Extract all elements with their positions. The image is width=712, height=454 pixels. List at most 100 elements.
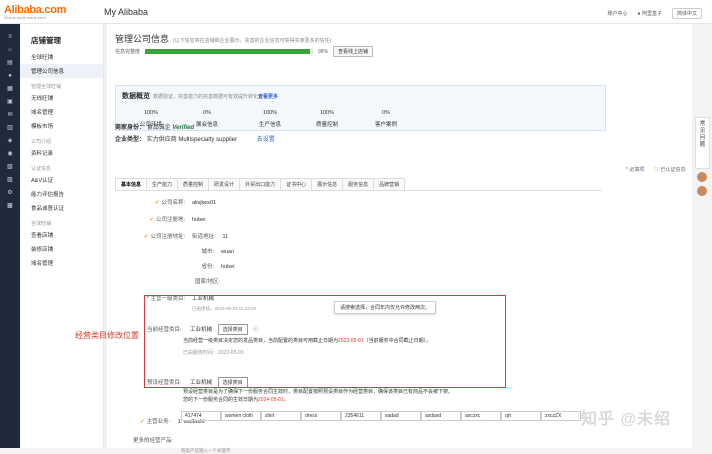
type-setting-link[interactable]: 去设置 (257, 137, 275, 143)
province-row: 省份: hubei (192, 262, 234, 270)
user-avatar-icon: ● (637, 11, 641, 17)
product-tag-input[interactable]: sadad (381, 411, 421, 421)
marketing-icon[interactable]: ◉ (0, 147, 20, 160)
verified-badge: Verified (172, 125, 195, 131)
sidebar-item[interactable]: 全球旺铺 (20, 50, 103, 64)
reg-place-label: 公司注册地: (155, 217, 185, 223)
logo-tagline: Global trade starts here (4, 15, 46, 20)
company-name-value: alisjkes01 (192, 200, 217, 206)
product-tag-input[interactable]: qrt (501, 411, 541, 421)
language-select[interactable]: 简体中文 (671, 8, 702, 19)
sidebar-item[interactable]: 食品诚意认证 (20, 201, 103, 215)
menu-icon[interactable]: ≡ (0, 30, 20, 43)
faq-widget[interactable]: 常见问题 (695, 117, 710, 169)
stat-value: 0% (382, 110, 390, 116)
product-tag-input[interactable]: women cloth (221, 411, 261, 421)
reg-place-value: hubei (192, 217, 206, 223)
more-products-label: 更多的经营产品: (133, 438, 174, 444)
tab-item[interactable]: 服务信息 (342, 178, 375, 190)
account-center-link[interactable]: 账户中心 (608, 10, 628, 17)
stat-value: 100% (143, 110, 159, 116)
completeness-percent: 98% (318, 48, 329, 55)
tab-item[interactable]: 外贸出口能力 (239, 178, 282, 190)
tab-item[interactable]: 证书中心 (280, 178, 313, 190)
sidebar-group-label: 管理全球旺铺 (31, 84, 62, 90)
alibaba-logo[interactable]: Alibaba.com Global trade starts here (4, 4, 84, 20)
tab-item[interactable]: 展示信息 (311, 178, 344, 190)
user-menu[interactable]: ● 阿里盒子 (638, 10, 662, 17)
home-icon[interactable]: ⌂ (0, 43, 20, 56)
country-row: 国家/地区: (192, 277, 227, 285)
tab-item[interactable]: 研发设计 (208, 178, 241, 190)
sidebar-item[interactable]: 域名管理 (20, 105, 103, 119)
support-avatar-icon[interactable] (697, 186, 707, 196)
overview-title-text: 数据概览 (122, 93, 150, 100)
help-icon[interactable]: ▩ (0, 199, 20, 212)
section-tabs: 基本信息 生产能力 质量控制 研发设计 外贸出口能力 证书中心 展示信息 服务信息 品牌营销 (115, 178, 602, 191)
sidebar-item[interactable]: 管理公司信息 (20, 64, 103, 78)
sidebar-group-label: 公司介绍 (31, 139, 52, 145)
faq-char: 题 (699, 141, 706, 148)
icon-nav-bar: ≡ ⌂ ▤ ● ▦ ▣ ✉ ▥ ◈ ◉ ▧ ▨ ⚙ ▩ (0, 24, 20, 448)
legend-verified-text: 已认证信息 (660, 167, 686, 173)
overview-title: 数据概览 数据验证，完善能力的完善数据可有效提升转化查看更多 (122, 91, 278, 101)
completeness-label: 信息完整度 (115, 49, 141, 55)
identity-value: 食品诚企 (146, 125, 171, 131)
type-value: 实力供应商 (146, 137, 177, 143)
tab-item[interactable]: 生产能力 (146, 178, 179, 190)
city-value: wuan (221, 249, 235, 255)
logistics-icon[interactable]: ▨ (0, 173, 20, 186)
reg-address-label: 公司注册地址: (150, 234, 185, 240)
tab-item[interactable]: 品牌营销 (373, 178, 406, 190)
sidebar-item[interactable]: 查看店铺 (20, 228, 103, 242)
overview-more-link[interactable]: 查看更多 (258, 94, 278, 100)
sidebar-item[interactable]: 能力评估报告 (20, 187, 103, 201)
product-tag-input[interactable]: 2354611 (341, 411, 381, 421)
sidebar-item[interactable]: 资料记录 (20, 146, 103, 160)
page-title-text: 管理公司信息 (115, 34, 170, 44)
product-tag-input[interactable]: zxczZX (541, 411, 581, 421)
data-icon[interactable]: ▥ (0, 121, 20, 134)
product-tag-input[interactable]: asczxc (461, 411, 501, 421)
check-icon: ✔ (149, 217, 154, 223)
product-tag-input[interactable]: shirt (261, 411, 301, 421)
preset-desc-date: 2024-05-01 (258, 396, 284, 403)
sidebar: 店铺管理 全球旺铺 管理公司信息 管理全球旺铺 无线旺铺 域名管理 模板市场 公司介绍 资料记… (20, 24, 104, 448)
app-title: My Alibaba (104, 7, 149, 17)
product-icon[interactable]: ▦ (0, 82, 20, 95)
completeness-fill (145, 49, 310, 54)
type-label: 企业类型： (115, 137, 146, 143)
completeness-bar (145, 49, 314, 54)
faq-char: 见 (699, 127, 706, 134)
order-icon[interactable]: ▣ (0, 95, 20, 108)
product-tag-input[interactable]: dress (301, 411, 341, 421)
sidebar-item[interactable]: 模板市场 (20, 119, 103, 133)
view-online-shop-button[interactable]: 查看线上店铺 (333, 46, 374, 57)
service-icon[interactable]: ▧ (0, 160, 20, 173)
support-avatar-icon[interactable] (697, 172, 707, 182)
finance-icon[interactable]: ◈ (0, 134, 20, 147)
product-tag-input[interactable]: 417474 (181, 411, 221, 421)
settings-icon[interactable]: ⚙ (0, 186, 20, 199)
sidebar-item[interactable]: A&V认证 (20, 173, 103, 187)
company-name-label: 公司名称: (161, 200, 185, 206)
highlight-box (144, 295, 506, 388)
user-icon[interactable]: ● (0, 69, 20, 82)
stat-value: 0% (203, 110, 211, 116)
page-subtitle: (以下信息将在店铺和企业展示，完善的企业信息可获得买家更多的信任) (173, 38, 332, 44)
verified-check-icon: ☐ (654, 167, 659, 173)
message-icon[interactable]: ✉ (0, 108, 20, 121)
tab-item[interactable]: 质量控制 (177, 178, 210, 190)
sidebar-item[interactable]: 无线旺铺 (20, 91, 103, 105)
sidebar-item[interactable]: 域名管理 (20, 256, 103, 270)
tab-item[interactable]: 基本信息 (115, 178, 148, 190)
province-label: 省份: (201, 264, 214, 270)
product-tag-input[interactable]: asdasd (421, 411, 461, 421)
type-en: Multispecialty supplier (178, 137, 238, 143)
sidebar-item[interactable]: 装修店铺 (20, 242, 103, 256)
check-icon: ✔ (143, 234, 149, 240)
stat-value: 100% (262, 110, 278, 116)
store-icon[interactable]: ▤ (0, 56, 20, 69)
country-label: 国家/地区: (194, 279, 220, 285)
more-products-row: 更多的经营产品: (133, 436, 173, 444)
